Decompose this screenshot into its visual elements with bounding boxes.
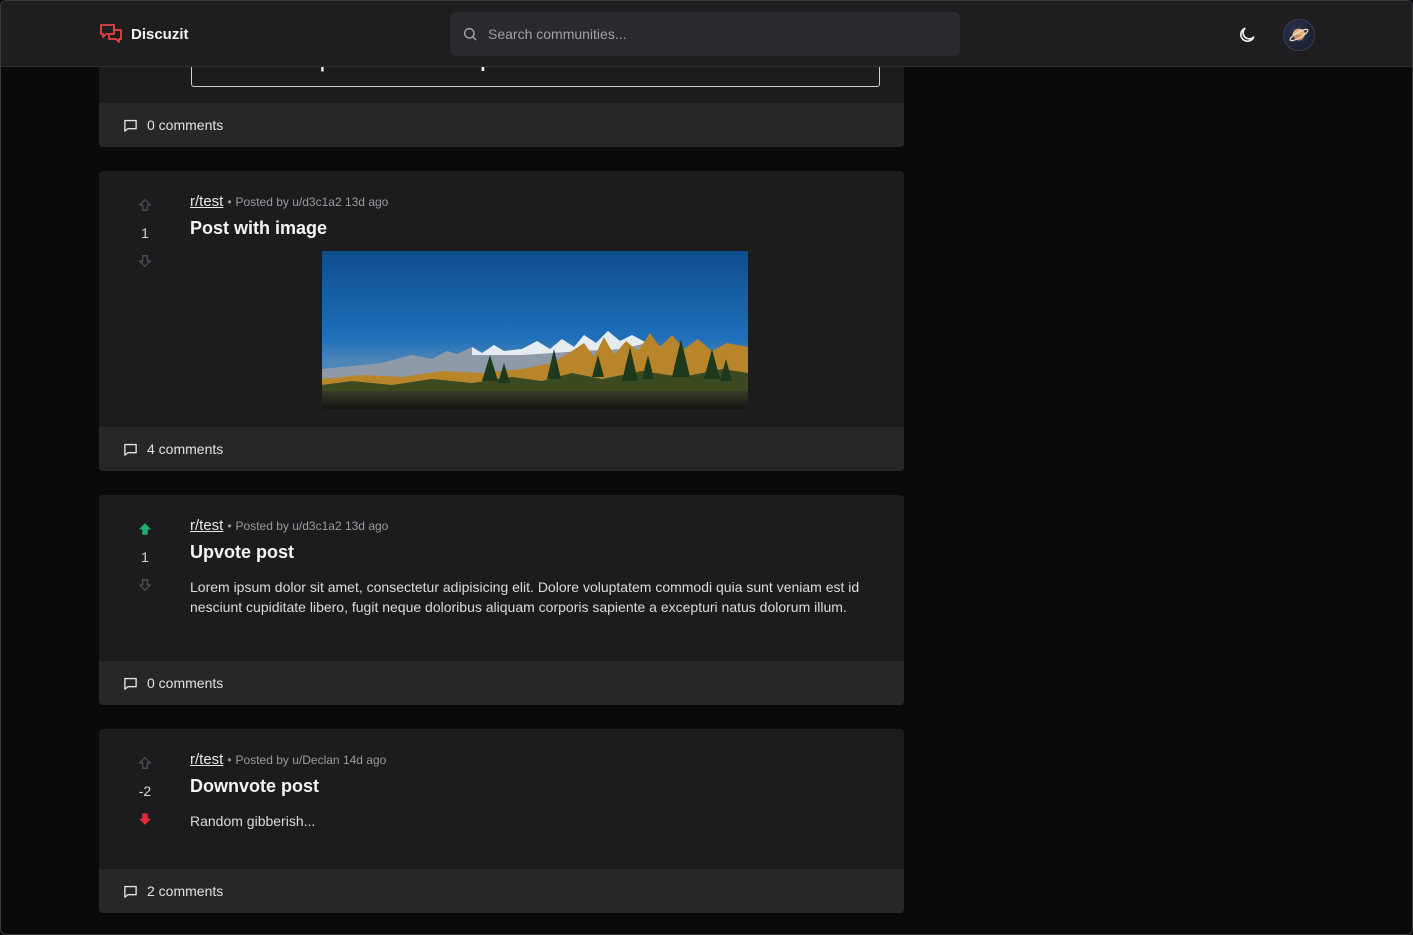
post-title[interactable]: Downvote post: [190, 776, 880, 797]
arrow-down-icon: [139, 255, 151, 267]
post-body: Random gibberish...: [190, 813, 316, 829]
post-card[interactable]: 1 r/test • Posted by u/d3c1a2 13d ago Post…: [99, 171, 904, 471]
downvote-button[interactable]: [135, 575, 155, 595]
community-link[interactable]: r/test: [190, 751, 223, 768]
comments-button[interactable]: 2 comments: [99, 869, 904, 913]
post-meta: r/test • Posted by u/d3c1a2 13d ago: [190, 193, 389, 210]
upvote-button[interactable]: [135, 519, 155, 539]
post-author-time: Posted by u/d3c1a2 13d ago: [235, 519, 389, 533]
arrow-up-icon: [139, 523, 151, 535]
downvote-button[interactable]: [135, 809, 155, 829]
comments-count: 2 comments: [147, 883, 224, 899]
vote-column: -2: [99, 753, 191, 829]
post-image[interactable]: [322, 251, 748, 409]
comments-count: 4 comments: [147, 441, 224, 457]
search-bar[interactable]: [450, 12, 960, 56]
comments-count: 0 comments: [147, 675, 224, 691]
search-input[interactable]: [488, 26, 928, 42]
upvote-button[interactable]: [135, 753, 155, 773]
vote-score: 1: [141, 549, 149, 565]
moon-icon: [1240, 27, 1255, 42]
theme-toggle-button[interactable]: [1234, 22, 1260, 48]
vote-column: 1: [99, 195, 191, 271]
vote-score: 1: [141, 225, 149, 241]
app-window: Declan Seo | Frontend Developer 0 commen…: [0, 0, 1413, 935]
post-author-time: Posted by u/d3c1a2 13d ago: [235, 195, 389, 209]
brand-link[interactable]: Discuzit: [99, 22, 189, 46]
post-body: Lorem ipsum dolor sit amet, consectetur …: [190, 579, 860, 615]
arrow-up-icon: [139, 199, 151, 211]
comment-icon: [124, 677, 137, 690]
arrow-down-icon: [139, 579, 151, 591]
comments-button[interactable]: 0 comments: [99, 661, 904, 705]
vote-score: -2: [138, 783, 152, 799]
arrow-down-icon: [139, 813, 151, 825]
comment-icon: [124, 885, 137, 898]
comments-count: 0 comments: [147, 117, 224, 133]
comments-button[interactable]: 0 comments: [99, 103, 904, 147]
upvote-button[interactable]: [135, 195, 155, 215]
vote-column: 1: [99, 519, 191, 595]
community-link[interactable]: r/test: [190, 193, 223, 210]
downvote-button[interactable]: [135, 251, 155, 271]
comments-button[interactable]: 4 comments: [99, 427, 904, 471]
post-meta: r/test • Posted by u/Declan 14d ago: [190, 751, 387, 768]
post-card[interactable]: -2 r/test • Posted by u/Declan 14d ago Dow…: [99, 729, 904, 913]
post-title[interactable]: Post with image: [190, 218, 880, 239]
planet-icon: [1289, 28, 1309, 42]
top-navbar: Discuzit: [1, 1, 1412, 67]
post-title[interactable]: Upvote post: [190, 542, 880, 563]
brand-name: Discuzit: [131, 25, 189, 43]
arrow-up-icon: [139, 757, 151, 769]
community-link[interactable]: r/test: [190, 517, 223, 534]
user-avatar[interactable]: [1283, 19, 1315, 51]
comment-icon: [124, 443, 137, 456]
chat-bubbles-icon: [100, 24, 122, 43]
search-icon: [463, 27, 477, 41]
post-meta: r/test • Posted by u/d3c1a2 13d ago: [190, 517, 389, 534]
post-card[interactable]: 1 r/test • Posted by u/d3c1a2 13d ago Upvo…: [99, 495, 904, 705]
post-author-time: Posted by u/Declan 14d ago: [235, 753, 387, 767]
comment-icon: [124, 119, 137, 132]
